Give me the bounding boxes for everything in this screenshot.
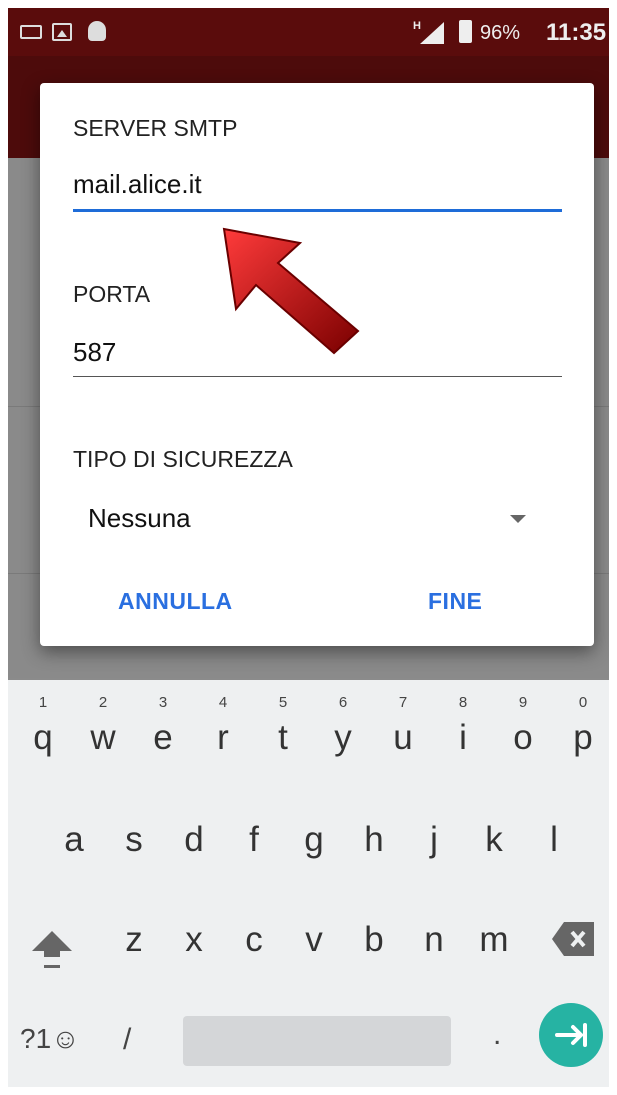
key[interactable]: f xyxy=(226,788,282,878)
done-button[interactable]: FINE xyxy=(428,588,482,615)
period-key[interactable]: . xyxy=(493,1018,501,1052)
cancel-button[interactable]: ANNULLA xyxy=(118,588,233,615)
key-label: n xyxy=(424,920,444,959)
keyboard-icon xyxy=(20,25,42,39)
phone-screen: H 96% 11:35 SERVER SMTP mail.alice.it PO… xyxy=(8,8,609,1087)
smtp-server-input[interactable]: mail.alice.it xyxy=(73,169,202,200)
status-bar: H 96% 11:35 xyxy=(8,8,609,56)
key[interactable]: s xyxy=(106,788,162,878)
key[interactable]: x xyxy=(166,888,222,978)
key[interactable]: j xyxy=(406,788,462,878)
dropdown-arrow-icon[interactable] xyxy=(510,515,526,523)
key-label: m xyxy=(479,920,509,959)
key-hint: 1 xyxy=(38,694,48,711)
image-icon xyxy=(52,23,72,41)
key-hint: 0 xyxy=(578,694,588,711)
key[interactable]: 2w xyxy=(75,686,131,776)
key[interactable]: d xyxy=(166,788,222,878)
smtp-server-label: SERVER SMTP xyxy=(73,115,238,141)
port-label: PORTA xyxy=(73,281,151,307)
key-hint: 7 xyxy=(398,694,408,711)
battery-percent: 96% xyxy=(480,22,521,44)
key[interactable]: 8i xyxy=(435,686,491,776)
security-type-label: TIPO DI SICUREZZA xyxy=(73,446,293,472)
key[interactable]: 1q xyxy=(15,686,71,776)
key[interactable]: 4r xyxy=(195,686,251,776)
key-hint: 3 xyxy=(158,694,168,711)
key-label: y xyxy=(334,718,352,757)
slash-key[interactable]: / xyxy=(123,1023,131,1057)
key-hint: 2 xyxy=(98,694,108,711)
key-hint: 8 xyxy=(458,694,468,711)
key-label: t xyxy=(278,718,288,757)
key-label: a xyxy=(64,820,84,859)
smtp-settings-dialog: SERVER SMTP mail.alice.it PORTA 587 TIPO… xyxy=(40,83,594,646)
key[interactable]: a xyxy=(46,788,102,878)
key[interactable]: n xyxy=(406,888,462,978)
signal-icon xyxy=(420,22,444,44)
key[interactable]: z xyxy=(106,888,162,978)
port-input[interactable]: 587 xyxy=(73,337,116,368)
symbols-key[interactable]: ?1☺ xyxy=(20,1023,80,1055)
enter-arrow-icon xyxy=(555,1023,587,1047)
security-type-dropdown[interactable]: Nessuna xyxy=(88,503,191,534)
key[interactable]: g xyxy=(286,788,342,878)
key-hint: 9 xyxy=(518,694,528,711)
key[interactable]: l xyxy=(526,788,582,878)
key-label: j xyxy=(430,820,438,859)
key-label: i xyxy=(459,718,467,757)
key[interactable]: b xyxy=(346,888,402,978)
space-key[interactable] xyxy=(183,1016,451,1066)
key[interactable]: 0p xyxy=(555,686,609,776)
enter-key[interactable] xyxy=(539,1003,603,1067)
key-label: e xyxy=(153,718,173,757)
key-label: x xyxy=(185,920,203,959)
key-label: o xyxy=(513,718,533,757)
key[interactable]: 7u xyxy=(375,686,431,776)
key[interactable]: 6y xyxy=(315,686,371,776)
battery-charging-icon xyxy=(459,20,472,43)
key-label: s xyxy=(125,820,143,859)
key-label: u xyxy=(393,718,413,757)
key-label: r xyxy=(217,718,229,757)
key-hint: 5 xyxy=(278,694,288,711)
key-label: w xyxy=(90,718,116,757)
red-arrow-icon xyxy=(222,227,360,355)
key-label: p xyxy=(573,718,593,757)
key-label: d xyxy=(184,820,204,859)
key[interactable]: c xyxy=(226,888,282,978)
soft-keyboard: 1q2w3e4r5t6y7u8i9o0p asdfghjkl zxcvbnm ?… xyxy=(8,680,609,1087)
key[interactable]: m xyxy=(466,888,522,978)
key-label: c xyxy=(245,920,263,959)
clock: 11:35 xyxy=(546,19,607,46)
key-label: q xyxy=(33,718,53,757)
key[interactable]: h xyxy=(346,788,402,878)
key-label: k xyxy=(485,820,503,859)
port-underline xyxy=(73,376,562,377)
backspace-icon[interactable] xyxy=(550,920,596,958)
key-label: b xyxy=(364,920,384,959)
key-label: z xyxy=(125,920,143,959)
key[interactable]: k xyxy=(466,788,522,878)
key-hint: 4 xyxy=(218,694,228,711)
key[interactable]: 3e xyxy=(135,686,191,776)
key[interactable]: v xyxy=(286,888,342,978)
key-hint: 6 xyxy=(338,694,348,711)
key-label: l xyxy=(550,820,558,859)
key-label: h xyxy=(364,820,384,859)
android-debug-icon xyxy=(88,21,106,41)
key[interactable]: 9o xyxy=(495,686,551,776)
smtp-server-underline xyxy=(73,209,562,212)
key-label: g xyxy=(304,820,324,859)
shift-icon[interactable] xyxy=(30,927,74,971)
key[interactable]: 5t xyxy=(255,686,311,776)
key-label: v xyxy=(305,920,323,959)
key-label: f xyxy=(249,820,259,859)
